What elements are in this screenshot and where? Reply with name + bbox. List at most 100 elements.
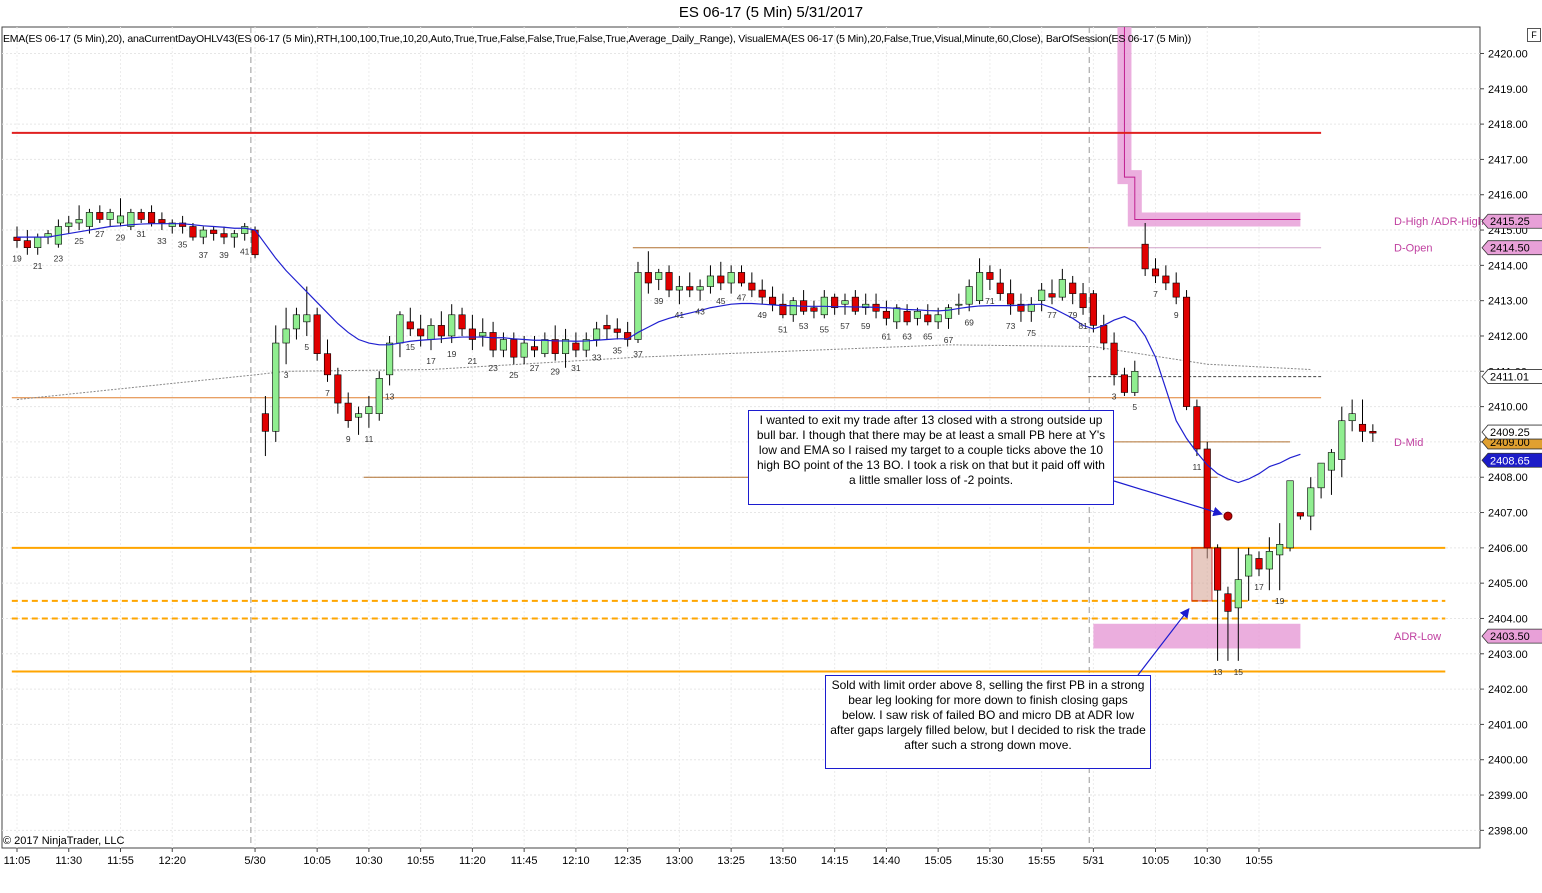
candle-body [520,342,528,358]
candle-body [996,282,1004,294]
candle-body [737,272,746,284]
adr-low-band [1093,623,1301,649]
candle-body [1183,296,1191,407]
candle-body [727,272,735,284]
candle-body [965,286,973,305]
bar-number-label: 53 [799,321,809,331]
x-tick-label: 15:30 [976,855,1004,867]
x-tick-label: 13:00 [666,855,694,867]
candle-body [603,325,611,330]
candle-body [1307,487,1315,517]
candle-body [34,236,42,248]
candle-body [696,286,704,291]
price-tag-label: 2414.50 [1490,243,1530,255]
x-tick-label: 14:40 [873,855,901,867]
x-tick-label: 5/30 [244,855,265,867]
candle-body [272,342,280,432]
candle-body [199,229,207,238]
candle-body [561,339,570,354]
level-label: D-Mid [1394,437,1423,449]
candle-body [23,240,31,248]
candle-body [230,233,238,238]
x-tick-label: 11:55 [107,855,134,867]
candle-body [530,346,539,351]
panel-toggle-button[interactable]: F [1527,28,1541,42]
candle-body [975,272,984,301]
candle-body [1079,293,1087,309]
trade-note-exit: I wanted to exit my trade after 13 close… [748,410,1114,505]
candle-body [1131,370,1139,393]
bar-number-label: 51 [778,324,788,334]
candle-body [634,272,642,340]
candle-body [1245,554,1253,577]
candle-body [261,413,269,432]
bar-number-label: 49 [757,310,767,320]
candle-body [510,339,518,358]
bar-number-label: 59 [861,321,871,331]
candle-body [593,328,601,340]
x-tick-label: 5/31 [1083,855,1104,867]
candle-body [768,296,777,305]
candle-body [986,272,994,280]
y-tick-label: 2417.00 [1488,154,1528,166]
copyright-label: © 2017 NinjaTrader, LLC [3,835,125,847]
bar-number-label: 57 [840,321,850,331]
bar-number-label: 71 [985,296,995,306]
candle-body [841,300,849,305]
bar-number-label: 39 [219,250,229,260]
level-label: D-Open [1394,243,1433,255]
y-tick-label: 2405.00 [1488,578,1528,590]
candle-body [148,212,156,224]
candle-body [644,272,652,284]
bar-number-label: 39 [654,296,664,306]
x-tick-label: 15:55 [1028,855,1056,867]
candle-body [282,328,290,344]
candle-body [1358,423,1367,432]
exit-marker [1223,511,1233,521]
candle-body [1234,579,1242,609]
candle-body [137,212,145,220]
entry-marker-box [1191,547,1213,602]
bar-number-label: 17 [1254,582,1264,592]
x-tick-label: 11:30 [55,855,82,867]
candle-body [406,321,414,330]
candle-body [323,353,332,376]
candle-body [1110,342,1118,376]
last-price-tag-label: 2409.25 [1490,427,1530,439]
bar-number-label: 27 [530,363,540,373]
candle-body [479,332,487,337]
x-tick-label: 10:05 [303,855,331,867]
y-tick-label: 2416.00 [1488,190,1528,202]
candle-body [106,212,114,220]
bar-number-label: 55 [820,324,830,334]
candle-body [717,275,725,284]
bar-number-label: 41 [240,247,250,257]
bar-number-label: 29 [550,367,560,377]
y-tick-label: 2406.00 [1488,543,1528,555]
price-tag-label: 2403.50 [1490,631,1530,643]
y-tick-label: 2413.00 [1488,296,1528,308]
candle-body [851,296,859,312]
candle-body [1100,325,1108,344]
bar-number-label: 73 [1006,321,1016,331]
candle-body [65,222,73,227]
candle-body [220,233,228,238]
candle-body [334,374,342,404]
x-tick-label: 10:30 [355,855,383,867]
candle-body [1369,431,1377,434]
candle-body [572,342,580,351]
x-tick-label: 11:05 [4,855,31,867]
candle-body [158,219,166,224]
x-tick-label: 11:45 [511,855,538,867]
bar-number-label: 67 [944,335,954,345]
candle-body [1069,282,1077,294]
candle-body [1007,293,1015,305]
bar-number-label: 43 [695,307,705,317]
candle-body [396,314,404,344]
bar-number-label: 3 [1112,391,1117,401]
bar-number-label: 11 [1192,462,1201,472]
bar-number-label: 25 [509,370,519,380]
bar-number-label: 7 [325,388,330,398]
x-tick-label: 15:05 [924,855,952,867]
candle-body [686,286,694,291]
